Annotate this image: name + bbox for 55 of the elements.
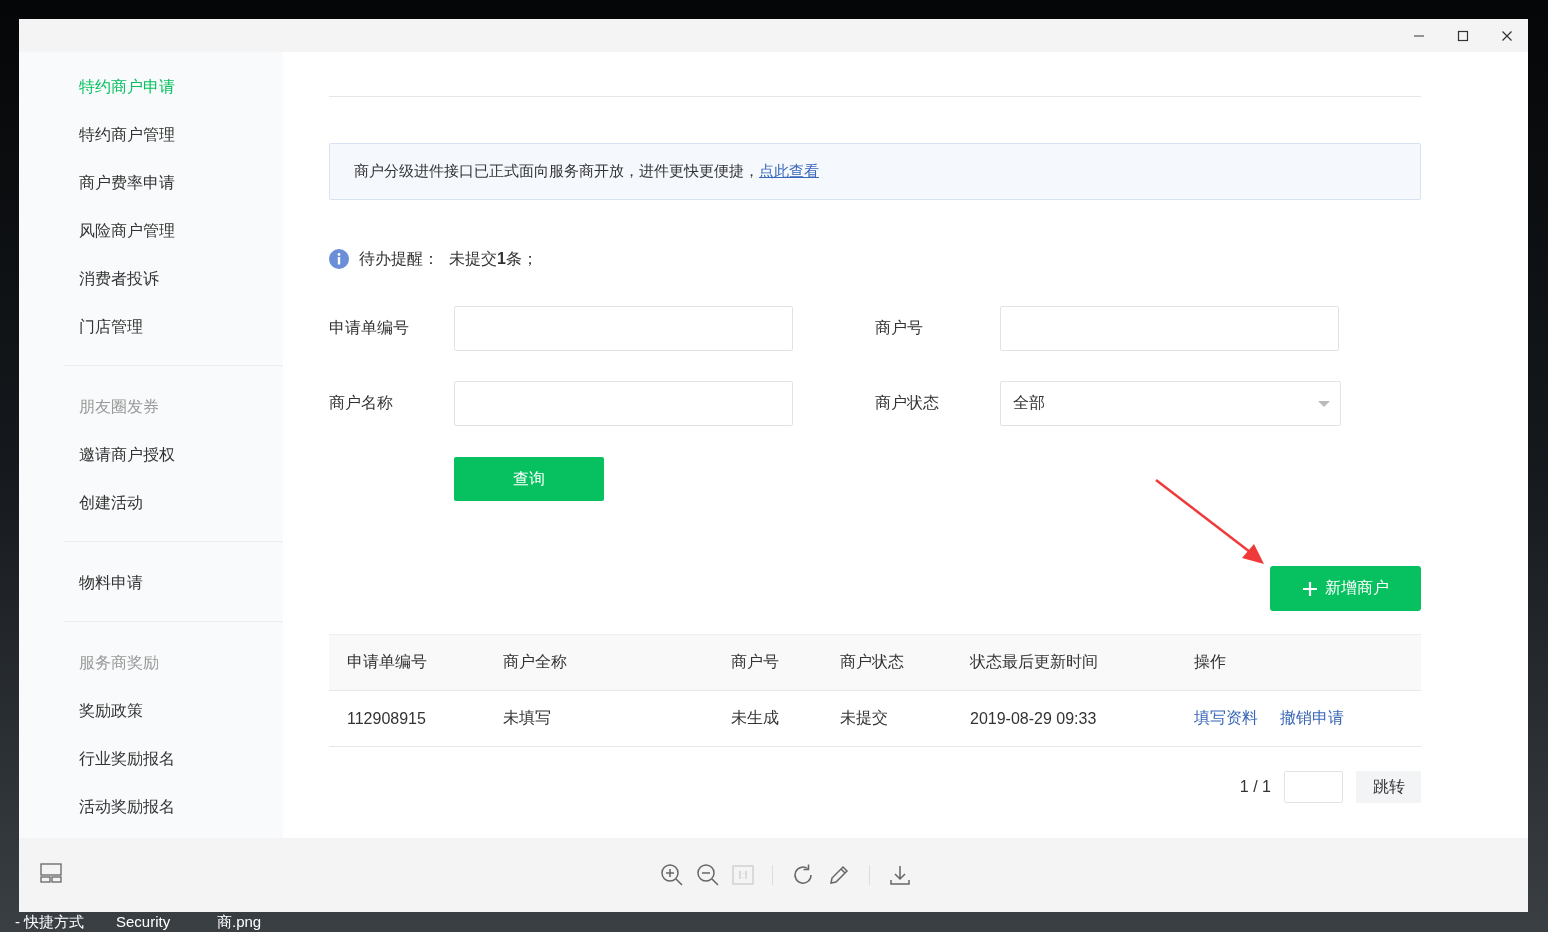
desktop-icon-label[interactable]: Security <box>116 913 171 931</box>
sidebar-item[interactable]: 活动奖励报名 <box>19 783 283 831</box>
sidebar-item[interactable]: 特约商户管理 <box>19 111 283 159</box>
download-icon[interactable] <box>888 863 912 887</box>
action-link[interactable]: 撤销申请 <box>1280 708 1344 729</box>
sidebar-item[interactable]: 行业奖励报名 <box>19 735 283 783</box>
table-cell-text: 112908915 <box>347 709 427 728</box>
sidebar-item[interactable]: 物料申请 <box>19 559 283 607</box>
column-header: 商户状态 <box>840 652 905 672</box>
input-field[interactable] <box>454 306 793 351</box>
input-field[interactable] <box>454 381 793 426</box>
sidebar-item[interactable]: 创建活动 <box>19 479 283 527</box>
desktop-icon-label[interactable]: 商.png <box>217 913 262 931</box>
column-header: 状态最后更新时间 <box>970 652 1099 672</box>
field-label: 商户名称 <box>329 393 394 413</box>
sidebar-item[interactable]: 风险商户管理 <box>19 207 283 255</box>
reminder-label: 待办提醒： <box>359 248 439 269</box>
thumbnail-icon[interactable] <box>40 863 62 883</box>
notice-text: 商户分级进件接口已正式面向服务商开放，进件更快更便捷， <box>354 162 759 181</box>
status-dropdown[interactable]: 全部 <box>1000 381 1341 426</box>
sidebar-item[interactable]: 门店管理 <box>19 303 283 351</box>
sidebar-item[interactable]: 消费者投诉 <box>19 255 283 303</box>
rotate-icon[interactable] <box>791 863 815 887</box>
close-icon <box>1501 29 1513 42</box>
field-label: 商户状态 <box>875 393 940 413</box>
sidebar-item[interactable]: 邀请商户授权 <box>19 431 283 479</box>
pencil-icon[interactable] <box>827 863 851 887</box>
field-label: 申请单编号 <box>329 318 410 338</box>
page-indicator: 1 / 1 <box>1239 778 1271 796</box>
table-cell-text: 2019-08-29 09:33 <box>970 709 1098 728</box>
column-header: 商户全称 <box>503 652 568 672</box>
sidebar-item[interactable]: 商户费率申请 <box>19 159 283 207</box>
column-header: 商户号 <box>731 652 780 672</box>
plus-icon <box>1302 580 1318 597</box>
reminder-text: 未提交1条； <box>449 248 538 269</box>
input-field[interactable] <box>1000 306 1339 351</box>
jump-button[interactable]: 跳转 <box>1356 771 1421 803</box>
zoom-in-icon[interactable] <box>660 863 684 887</box>
desktop-icon-label[interactable]: - 快捷方式 <box>15 913 85 931</box>
table-cell-text: 未生成 <box>731 708 780 728</box>
info-icon <box>329 249 349 269</box>
sidebar-section-header: 朋友圈发券 <box>78 397 160 417</box>
caret-icon <box>1318 400 1330 407</box>
sidebar-item[interactable]: 奖励政策 <box>19 687 283 735</box>
table-cell-text: 未填写 <box>503 708 552 728</box>
table-cell-text: 未提交 <box>840 708 889 728</box>
notice-link[interactable]: 点此查看 <box>759 162 819 181</box>
action-link[interactable]: 填写资料 <box>1194 708 1258 729</box>
page-input[interactable] <box>1284 771 1343 803</box>
column-header: 操作 <box>1194 652 1227 672</box>
sidebar-section-header: 服务商奖励 <box>78 653 160 673</box>
zoom-out-icon[interactable] <box>696 863 720 887</box>
maximize-icon <box>1457 29 1469 42</box>
column-header: 申请单编号 <box>347 652 428 672</box>
field-label: 商户号 <box>875 318 924 338</box>
